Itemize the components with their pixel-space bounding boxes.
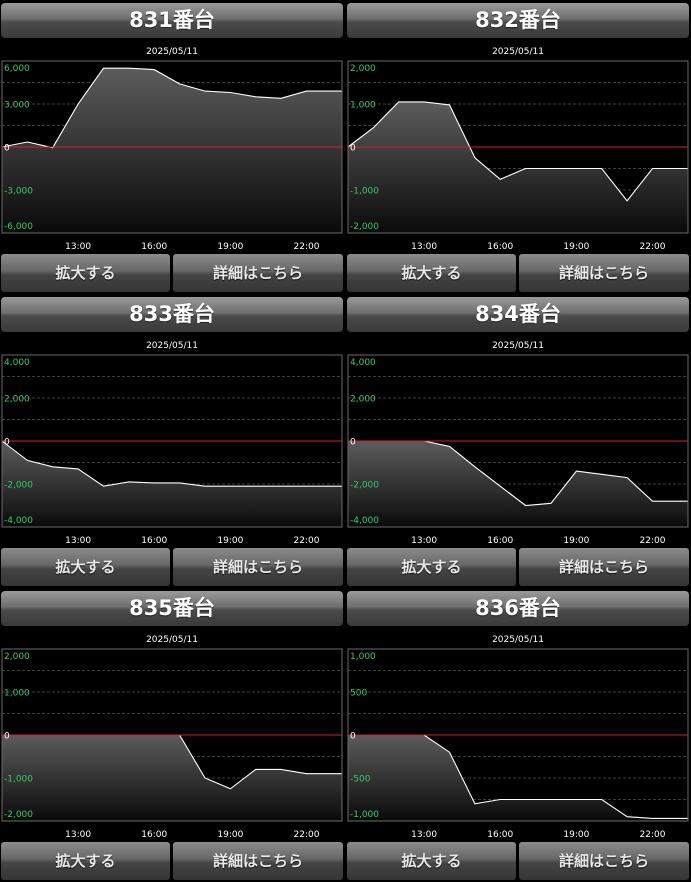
x-tick-label: 19:00 xyxy=(217,242,243,252)
x-tick-label: 13:00 xyxy=(65,536,91,546)
chart-date: 2025/05/11 xyxy=(492,47,544,57)
zoom-button[interactable]: 拡大する xyxy=(1,254,170,292)
y-tick-label: 500 xyxy=(350,689,367,699)
x-tick-label: 16:00 xyxy=(487,536,513,546)
x-tick-label: 16:00 xyxy=(141,830,167,840)
y-tick-label: -2,000 xyxy=(350,222,379,232)
chart: 2025/05/11 4,000 2,000 0 -2,000 -4,000 13:00 16… xyxy=(347,341,689,546)
y-tick-label: -4,000 xyxy=(350,516,379,526)
y-tick-label: 1,000 xyxy=(4,689,30,699)
x-tick-label: 19:00 xyxy=(563,242,589,252)
x-tick-label: 16:00 xyxy=(141,242,167,252)
x-tick-label: 13:00 xyxy=(411,830,437,840)
y-tick-label: 1,000 xyxy=(350,101,376,111)
y-tick-label: -2,000 xyxy=(350,481,379,491)
x-tick-label: 22:00 xyxy=(640,536,666,546)
y-tick-label: 2,000 xyxy=(350,395,376,405)
y-tick-label: 0 xyxy=(350,144,356,154)
chart-date: 2025/05/11 xyxy=(492,341,544,351)
zoom-button[interactable]: 拡大する xyxy=(347,548,516,586)
y-tick-label: 0 xyxy=(350,732,356,742)
x-tick-label: 13:00 xyxy=(411,536,437,546)
chart: 2025/05/11 6,000 3,000 0 -3,000 -6,000 13:00 16… xyxy=(1,47,343,252)
series-area xyxy=(348,101,688,234)
machine-panel-831: 831番台 2025/05/11 6,000 3,000 0 -3,000 -6,000 1… xyxy=(0,0,344,294)
x-tick-label: 16:00 xyxy=(141,536,167,546)
details-button[interactable]: 詳細はこちら xyxy=(519,254,689,292)
machine-title: 835番台 xyxy=(1,591,343,626)
y-tick-label: -1,000 xyxy=(4,775,33,785)
machine-panel-835: 835番台 2025/05/11 2,000 1,000 0 -1,000 -2,000 1… xyxy=(0,588,344,882)
x-tick-label: 13:00 xyxy=(65,830,91,840)
details-button[interactable]: 詳細はこちら xyxy=(173,548,343,586)
x-tick-label: 19:00 xyxy=(217,536,243,546)
series-area xyxy=(2,441,342,527)
y-tick-label: -1,000 xyxy=(350,810,379,820)
y-tick-label: 6,000 xyxy=(4,64,30,74)
chart: 2025/05/11 4,000 2,000 0 -2,000 -4,000 13:00 16… xyxy=(1,341,343,546)
x-tick-label: 22:00 xyxy=(640,830,666,840)
x-tick-label: 19:00 xyxy=(217,830,243,840)
chart: 2025/05/11 2,000 1,000 0 -1,000 -2,000 13:00 16… xyxy=(1,635,343,840)
chart-date: 2025/05/11 xyxy=(146,635,198,645)
y-tick-label: 1,000 xyxy=(350,652,376,662)
details-button[interactable]: 詳細はこちら xyxy=(519,548,689,586)
machine-title: 833番台 xyxy=(1,297,343,332)
y-tick-label: 0 xyxy=(4,438,10,448)
x-tick-label: 13:00 xyxy=(411,242,437,252)
y-tick-label: 0 xyxy=(4,732,10,742)
machine-title: 831番台 xyxy=(1,3,343,38)
y-tick-label: 0 xyxy=(350,438,356,448)
details-button[interactable]: 詳細はこちら xyxy=(519,842,689,880)
x-tick-label: 19:00 xyxy=(563,536,589,546)
y-tick-label: 2,000 xyxy=(4,395,30,405)
machine-panel-833: 833番台 2025/05/11 4,000 2,000 0 -2,000 -4,000 1… xyxy=(0,294,344,588)
y-tick-label: -500 xyxy=(350,775,371,785)
machine-panel-836: 836番台 2025/05/11 1,000 500 0 -500 -1,000 13:00… xyxy=(346,588,690,882)
machine-title: 836番台 xyxy=(347,591,689,626)
chart: 2025/05/11 2,000 1,000 0 -1,000 -2,000 13:00 16… xyxy=(347,47,689,252)
y-tick-label: -3,000 xyxy=(4,187,33,197)
y-tick-label: 2,000 xyxy=(4,652,30,662)
y-tick-label: 0 xyxy=(4,144,10,154)
details-button[interactable]: 詳細はこちら xyxy=(173,842,343,880)
y-tick-label: -6,000 xyxy=(4,222,33,232)
x-tick-label: 16:00 xyxy=(487,242,513,252)
x-tick-label: 13:00 xyxy=(65,242,91,252)
y-tick-label: 3,000 xyxy=(4,101,30,111)
zoom-button[interactable]: 拡大する xyxy=(347,254,516,292)
x-tick-label: 22:00 xyxy=(640,242,666,252)
x-tick-label: 16:00 xyxy=(487,830,513,840)
y-tick-label: -1,000 xyxy=(350,187,379,197)
x-tick-label: 22:00 xyxy=(294,830,320,840)
details-button[interactable]: 詳細はこちら xyxy=(173,254,343,292)
machine-panel-834: 834番台 2025/05/11 4,000 2,000 0 -2,000 -4,000 1… xyxy=(346,294,690,588)
y-tick-label: -2,000 xyxy=(4,481,33,491)
machine-title: 834番台 xyxy=(347,297,689,332)
machine-title: 832番台 xyxy=(347,3,689,38)
x-tick-label: 22:00 xyxy=(294,242,320,252)
series-area xyxy=(2,735,342,821)
series-area xyxy=(2,68,342,233)
y-tick-label: -4,000 xyxy=(4,516,33,526)
y-tick-label: 2,000 xyxy=(350,64,376,74)
machine-panel-832: 832番台 2025/05/11 2,000 1,000 0 -1,000 -2,000 1… xyxy=(346,0,690,294)
chart-date: 2025/05/11 xyxy=(492,635,544,645)
zoom-button[interactable]: 拡大する xyxy=(1,842,170,880)
chart: 2025/05/11 1,000 500 0 -500 -1,000 13:00 16:00 1… xyxy=(347,635,689,840)
x-tick-label: 19:00 xyxy=(563,830,589,840)
chart-date: 2025/05/11 xyxy=(146,341,198,351)
y-tick-label: 4,000 xyxy=(4,358,30,368)
zoom-button[interactable]: 拡大する xyxy=(1,548,170,586)
y-tick-label: -2,000 xyxy=(4,810,33,820)
zoom-button[interactable]: 拡大する xyxy=(347,842,516,880)
x-tick-label: 22:00 xyxy=(294,536,320,546)
chart-date: 2025/05/11 xyxy=(146,47,198,57)
y-tick-label: 4,000 xyxy=(350,358,376,368)
